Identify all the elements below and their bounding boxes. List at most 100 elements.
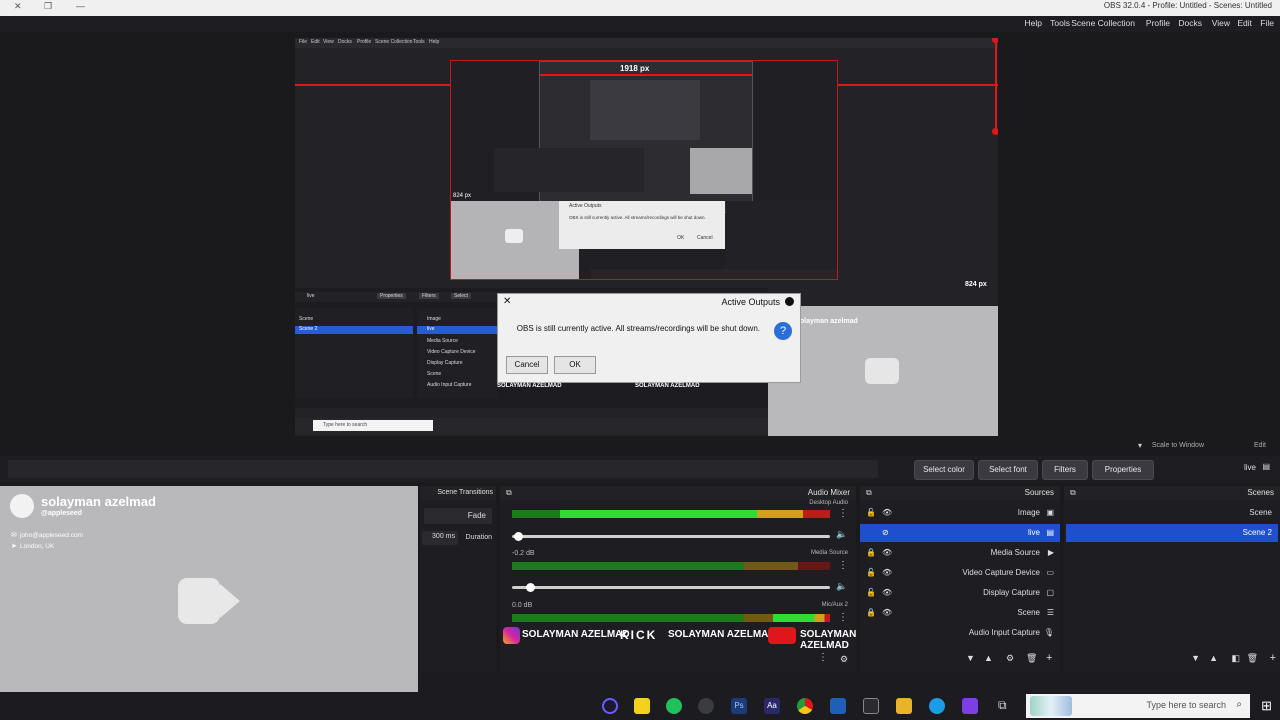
source-row-6[interactable]: 🔒 👁 ☰ Scene — [860, 604, 1060, 622]
menu-docks[interactable]: Docks — [1178, 18, 1202, 28]
edit-fit[interactable]: Edit — [1254, 442, 1266, 449]
menu-view[interactable]: View — [1212, 18, 1230, 28]
notes-icon[interactable] — [634, 698, 650, 714]
mixer-undock-icon[interactable]: ⧉ — [506, 488, 512, 498]
mixer-settings-icon[interactable]: ⚙ — [840, 654, 848, 665]
menu-tools[interactable]: Tools — [1050, 18, 1070, 28]
obs-icon[interactable] — [698, 698, 714, 714]
volume-slider-2[interactable] — [512, 583, 830, 592]
speaker-icon[interactable]: 🔈 — [836, 581, 847, 592]
source-row-4[interactable]: 🔓 👁 ▭ Video Capture Device — [860, 564, 1060, 582]
menu-file[interactable]: File — [1260, 18, 1274, 28]
scene-row-2[interactable]: Scene 2 — [1066, 524, 1278, 542]
menu-edit[interactable]: Edit — [1237, 18, 1252, 28]
source-settings-icon[interactable]: ⚙ — [1006, 653, 1014, 664]
menu-scene-collection[interactable]: Scene Collection — [1071, 18, 1135, 28]
move-scene-up-icon[interactable]: ▲ — [1209, 653, 1218, 663]
preview-dim-height: 824 px — [965, 281, 987, 288]
source-row-3[interactable]: 🔒 👁 ▶ Media Source — [860, 544, 1060, 562]
source-row-5[interactable]: 🔓 👁 ▢ Display Capture — [860, 584, 1060, 602]
add-source-icon[interactable]: + — [1046, 652, 1052, 664]
close-icon[interactable]: ✕ — [14, 1, 22, 12]
menu-profile[interactable]: Profile — [1146, 18, 1170, 28]
eye-icon[interactable]: 👁 — [882, 604, 892, 622]
store-icon[interactable] — [863, 698, 879, 714]
duration-input[interactable]: 300 ms — [422, 531, 458, 545]
dialog-close-icon[interactable]: ✕ — [503, 296, 511, 307]
whatsapp-icon[interactable] — [666, 698, 682, 714]
eye-icon[interactable]: 👁 — [882, 584, 892, 602]
speaker-icon[interactable]: 🔈 — [836, 529, 847, 540]
windows-start-icon[interactable]: ⊞ — [1261, 698, 1272, 714]
remove-source-icon[interactable]: 🗑 — [1026, 653, 1037, 664]
guide-handle-top[interactable] — [992, 38, 998, 43]
nested-sources — [726, 201, 836, 271]
scene-row-1[interactable]: Scene — [1064, 504, 1280, 522]
file-explorer-icon[interactable] — [896, 698, 912, 714]
nested-select-button: Select — [451, 293, 471, 299]
move-source-down-icon[interactable]: ▼ — [966, 653, 975, 663]
chevron-down-icon[interactable]: ▾ — [1138, 441, 1142, 450]
scene-filters-icon[interactable]: ◧ — [1231, 653, 1240, 664]
nested-capture: 1918 px 824 px Active Outputs OBS is sti… — [450, 60, 838, 280]
nested-dialog: Active Outputs OBS is still currently ac… — [559, 201, 725, 249]
volume-knob-2[interactable] — [526, 583, 535, 592]
lock-icon[interactable]: 🔓 — [866, 564, 876, 582]
remove-scene-icon[interactable]: 🗑 — [1247, 653, 1258, 664]
minimize-icon[interactable]: — — [76, 1, 85, 11]
dock-undock-icon[interactable]: ⧉ — [1070, 488, 1076, 498]
add-scene-icon[interactable]: + — [1270, 652, 1276, 664]
properties-button[interactable]: Properties — [1092, 460, 1154, 480]
volume-knob-1[interactable] — [514, 532, 523, 541]
eye-icon[interactable]: 👁 — [882, 504, 892, 522]
source-row-2[interactable]: ⊘ ▤ live — [860, 524, 1060, 542]
filters-button[interactable]: Filters — [1042, 460, 1088, 480]
transition-select[interactable]: Fade — [424, 508, 492, 524]
search-highlight-image — [1030, 696, 1072, 716]
lock-icon[interactable]: 🔒 — [866, 544, 876, 562]
photoshop-icon[interactable]: Ps — [731, 698, 747, 714]
channel-menu-icon[interactable]: ⋮ — [838, 508, 848, 519]
nested-menu-help: Help — [429, 39, 440, 45]
edge-icon[interactable] — [929, 698, 945, 714]
channel-menu-icon[interactable]: ⋮ — [838, 560, 848, 571]
dialog-app-icon — [785, 297, 794, 306]
nested-scenes-list: Scene Scene 2 — [295, 308, 413, 398]
lock-icon[interactable]: 🔓 — [866, 504, 876, 522]
mail-icon[interactable] — [830, 698, 846, 714]
eye-hidden-icon[interactable]: ⊘ — [882, 524, 889, 542]
guide-handle-bottom[interactable] — [992, 128, 998, 135]
chrome-icon[interactable] — [797, 698, 813, 714]
select-color-button[interactable]: Select color — [914, 460, 974, 480]
maximize-icon[interactable]: ❐ — [44, 1, 52, 12]
move-source-up-icon[interactable]: ▲ — [984, 653, 993, 663]
dialog-ok-button[interactable]: OK — [554, 356, 596, 374]
scale-to-window[interactable]: Scale to Window — [1152, 442, 1204, 449]
nested-menu-bar: File Edit View Docks Profile Scene Colle… — [295, 38, 998, 48]
source-row-1[interactable]: 🔓 👁 ▣ Image — [860, 504, 1060, 522]
search-icon: ⌕ — [1236, 699, 1242, 710]
taskbar-search-placeholder: Type here to search — [1146, 700, 1226, 710]
task-view-icon[interactable]: ⧉ — [998, 698, 1007, 713]
channel-menu-icon[interactable]: ⋮ — [838, 612, 848, 623]
lock-icon[interactable]: 🔒 — [866, 604, 876, 622]
mixer-menu-icon[interactable]: ⋮ — [818, 652, 828, 663]
taskbar-search-box[interactable]: ⌕ Type here to search — [1026, 694, 1250, 718]
menu-help[interactable]: Help — [1025, 18, 1042, 28]
scene-transitions-dock: Scene Transitions Fade Duration 300 ms — [420, 486, 496, 672]
eye-icon[interactable]: 👁 — [882, 544, 892, 562]
app-icon-1[interactable] — [962, 698, 978, 714]
select-font-button[interactable]: Select font — [978, 460, 1038, 480]
dialog-cancel-button[interactable]: Cancel — [506, 356, 548, 374]
lock-icon[interactable]: 🔓 — [866, 584, 876, 602]
nested-dim-width: 1918 px — [620, 64, 650, 73]
circle-app-icon[interactable] — [602, 698, 618, 714]
nested-capture-inner: 1918 px — [494, 61, 753, 213]
eye-icon[interactable]: 👁 — [882, 564, 892, 582]
move-scene-down-icon[interactable]: ▼ — [1191, 653, 1200, 663]
font-app-icon[interactable]: Aa — [764, 698, 780, 714]
sources-undock-icon[interactable]: ⧉ — [866, 488, 872, 498]
nested-sources-list: Image live Media Source Video Capture De… — [417, 308, 497, 398]
source-row-7[interactable]: 🎙 Audio Input Capture — [860, 624, 1060, 642]
volume-slider-1[interactable] — [512, 532, 830, 541]
